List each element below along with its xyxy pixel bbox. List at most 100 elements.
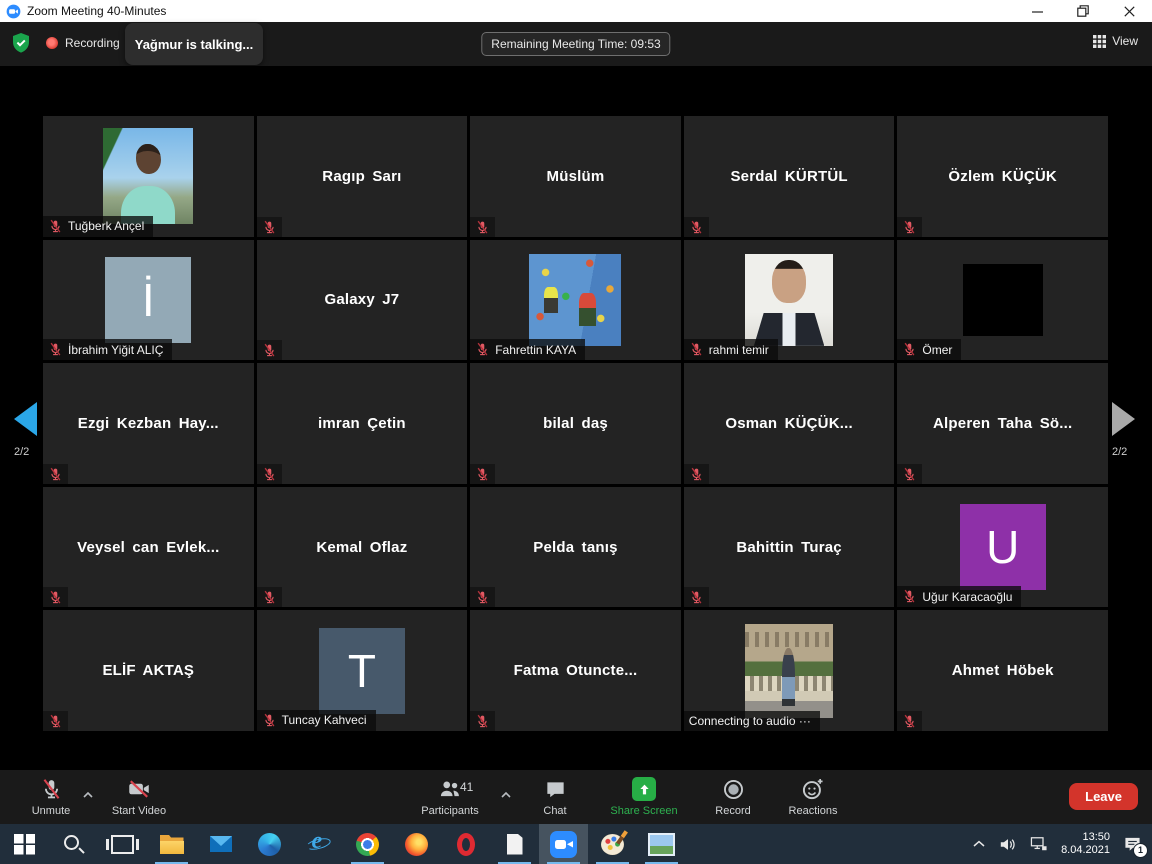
participant-name: Alperen Taha Sö... — [925, 415, 1080, 432]
recording-label: Recording — [65, 36, 120, 50]
action-center-icon[interactable]: 1 — [1123, 836, 1142, 853]
participant-tile[interactable]: Veysel can Evlek... — [43, 487, 254, 608]
volume-icon[interactable] — [999, 837, 1017, 852]
muted-mic-icon — [902, 589, 917, 604]
participant-tile[interactable]: Kemal Oflaz — [257, 487, 468, 608]
taskbar-explorer-button[interactable] — [147, 824, 196, 864]
participant-tile[interactable]: Ezgi Kezban Hay... — [43, 363, 254, 484]
window-controls — [1014, 0, 1152, 22]
taskbar-doc-button[interactable] — [490, 824, 539, 864]
taskbar-ie-button[interactable] — [294, 824, 343, 864]
leave-button[interactable]: Leave — [1069, 783, 1138, 810]
participant-tile[interactable]: Fatma Otuncte... — [470, 610, 681, 731]
participant-tile[interactable]: Özlem KÜÇÜK — [897, 116, 1108, 237]
taskbar-paint-button[interactable] — [588, 824, 637, 864]
taskbar-mail-button[interactable] — [196, 824, 245, 864]
muted-mic-icon — [262, 467, 277, 482]
search-icon — [63, 834, 84, 855]
taskbar-zoomapp-button[interactable] — [539, 824, 588, 864]
participant-avatar: T — [319, 628, 405, 714]
taskbar-edge-button[interactable] — [245, 824, 294, 864]
participant-tile[interactable]: Connecting to audio ··· — [684, 610, 895, 731]
meeting-toolbar: Unmute Start Video Participants 41 Chat — [0, 770, 1152, 824]
participant-tile[interactable]: Ömer — [897, 240, 1108, 361]
network-icon[interactable] — [1030, 836, 1048, 852]
recording-indicator[interactable]: Recording — [46, 36, 120, 50]
taskbar-firefox-button[interactable] — [392, 824, 441, 864]
participant-tile[interactable]: Ahmet Höbek — [897, 610, 1108, 731]
reactions-button[interactable]: Reactions — [775, 776, 851, 817]
muted-mic-icon — [475, 220, 490, 235]
remaining-time-badge: Remaining Meeting Time: 09:53 — [481, 32, 670, 56]
prev-page-arrow[interactable] — [14, 402, 37, 436]
muted-mic-icon — [475, 714, 490, 729]
participant-name: imran Çetin — [310, 415, 414, 432]
participant-tile[interactable]: Osman KÜÇÜK... — [684, 363, 895, 484]
close-button[interactable] — [1106, 0, 1152, 22]
participant-tile[interactable]: ELİF AKTAŞ — [43, 610, 254, 731]
paint-icon — [601, 834, 624, 855]
taskbar-start-button[interactable] — [0, 824, 49, 864]
tile-mute-indicator — [470, 464, 495, 484]
participant-tile[interactable]: Tuğberk Ançel — [43, 116, 254, 237]
tile-mute-indicator — [43, 464, 68, 484]
muted-mic-icon — [689, 590, 704, 605]
tile-mute-indicator — [257, 340, 282, 360]
muted-mic-icon — [689, 220, 704, 235]
participant-name: Serdal KÜRTÜL — [722, 168, 855, 185]
window-titlebar: Zoom Meeting 40-Minutes — [0, 0, 1152, 22]
participants-options-caret[interactable] — [500, 786, 512, 804]
taskview-icon — [111, 835, 134, 854]
chat-button[interactable]: Chat — [528, 776, 582, 817]
taskbar-photos-button[interactable] — [637, 824, 686, 864]
participant-tile[interactable]: TTuncay Kahveci — [257, 610, 468, 731]
tray-chevron-up-icon[interactable] — [972, 839, 986, 849]
video-stage: Tuğberk AnçelRagıp Sarı Müslüm Serdal KÜRT… — [0, 66, 1152, 770]
next-page-arrow[interactable] — [1112, 402, 1135, 436]
start-video-button[interactable]: Start Video — [98, 776, 180, 817]
participant-tile[interactable]: İİbrahim Yiğit ALIÇ — [43, 240, 254, 361]
tile-mute-indicator — [257, 464, 282, 484]
participant-tile[interactable]: bilal daş — [470, 363, 681, 484]
audio-options-caret[interactable] — [82, 786, 94, 804]
participant-tile[interactable]: rahmi temir — [684, 240, 895, 361]
participant-video-black — [963, 264, 1043, 336]
participant-photo-portrait — [745, 254, 833, 346]
share-screen-button[interactable]: Share Screen — [596, 776, 692, 817]
tile-mute-indicator — [257, 587, 282, 607]
participant-tile[interactable]: Ragıp Sarı — [257, 116, 468, 237]
participant-tile[interactable]: UUğur Karacaoğlu — [897, 487, 1108, 608]
taskbar-search-button[interactable] — [49, 824, 98, 864]
participant-name: ELİF AKTAŞ — [94, 662, 202, 679]
taskbar-taskview-button[interactable] — [98, 824, 147, 864]
muted-mic-icon — [48, 342, 63, 357]
clock-date: 8.04.2021 — [1061, 844, 1110, 857]
participant-tile[interactable]: Alperen Taha Sö... — [897, 363, 1108, 484]
taskbar-clock[interactable]: 13:50 8.04.2021 — [1061, 831, 1110, 857]
minimize-button[interactable] — [1014, 0, 1060, 22]
muted-mic-icon — [689, 467, 704, 482]
participant-name: Fatma Otuncte... — [506, 662, 646, 679]
participant-tile[interactable]: Galaxy J7 — [257, 240, 468, 361]
grid-view-icon — [1093, 35, 1106, 48]
muted-mic-icon — [262, 220, 277, 235]
participant-tile[interactable]: Fahrettin KAYA — [470, 240, 681, 361]
taskbar-opera-button[interactable] — [441, 824, 490, 864]
participant-name: Müslüm — [539, 168, 613, 185]
record-button[interactable]: Record — [703, 776, 763, 817]
participant-tile[interactable]: imran Çetin — [257, 363, 468, 484]
security-shield-icon[interactable] — [11, 32, 31, 59]
restore-button[interactable] — [1060, 0, 1106, 22]
participant-tile[interactable]: Bahittin Turaç — [684, 487, 895, 608]
participant-tile[interactable]: Serdal KÜRTÜL — [684, 116, 895, 237]
participant-tile[interactable]: Pelda tanış — [470, 487, 681, 608]
reactions-icon — [800, 776, 826, 802]
participant-avatar: İ — [105, 257, 191, 343]
taskbar-chrome-button[interactable] — [343, 824, 392, 864]
participant-avatar: U — [960, 504, 1046, 590]
view-button[interactable]: View — [1093, 34, 1138, 48]
participant-tile[interactable]: Müslüm — [470, 116, 681, 237]
unmute-button[interactable]: Unmute — [16, 776, 86, 817]
notification-badge: 1 — [1133, 843, 1148, 858]
participants-button[interactable]: Participants 41 — [408, 776, 492, 817]
